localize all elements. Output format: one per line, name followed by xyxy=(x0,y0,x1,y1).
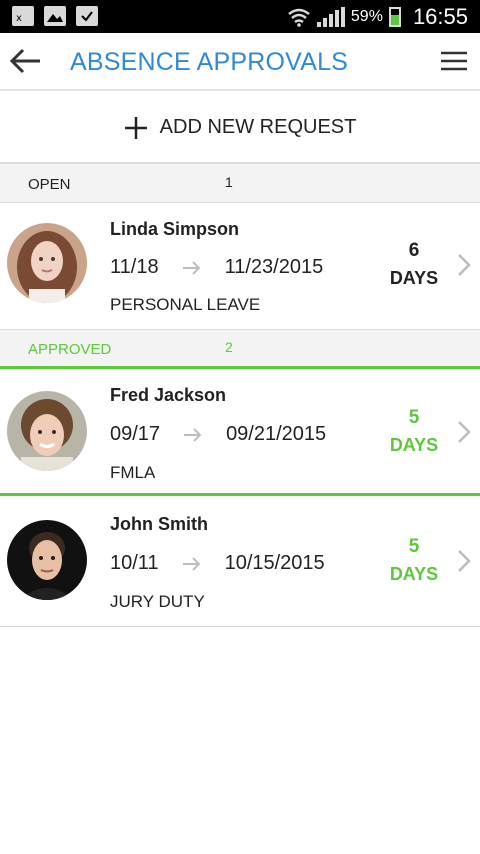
app-header: ABSENCE APPROVALS xyxy=(0,33,480,91)
avatar xyxy=(7,223,87,303)
days-number: 5 xyxy=(408,407,420,428)
start-date: 11/18 xyxy=(110,256,159,278)
avatar xyxy=(7,520,87,600)
days-number: 5 xyxy=(408,536,420,557)
arrow-right-icon xyxy=(182,260,200,275)
request-row[interactable]: John Smith 10/11 10/15/2015 JURY DUTY 5 … xyxy=(0,499,480,627)
section-count: 1 xyxy=(225,174,233,190)
date-range: 09/17 09/21/2015 xyxy=(110,423,326,446)
wifi-icon xyxy=(288,8,310,27)
battery-percent: 59% xyxy=(350,7,383,25)
date-range: 10/11 10/15/2015 xyxy=(110,552,325,575)
section-open: OPEN 1 xyxy=(0,163,480,203)
date-range: 11/18 11/23/2015 xyxy=(110,256,323,279)
arrow-right-icon xyxy=(182,556,200,571)
clipboard-icon xyxy=(76,6,98,26)
back-button[interactable] xyxy=(8,43,44,79)
add-new-request-label: ADD NEW REQUEST xyxy=(159,116,357,138)
sim-alert-icon: x xyxy=(12,6,34,26)
hamburger-menu-icon xyxy=(441,51,467,71)
end-date: 10/15/2015 xyxy=(224,552,325,574)
days-unit: DAYS xyxy=(389,564,439,584)
employee-name: John Smith xyxy=(110,514,208,534)
system-icons: 59% 16:55 xyxy=(287,0,468,33)
end-date: 11/23/2015 xyxy=(224,256,324,278)
plus-icon xyxy=(124,116,147,139)
days-unit: DAYS xyxy=(389,268,439,288)
end-date: 09/21/2015 xyxy=(226,423,327,445)
add-new-request-button[interactable]: ADD NEW REQUEST xyxy=(0,93,480,163)
image-icon xyxy=(44,6,66,26)
days-count: 5 DAYS xyxy=(380,536,448,585)
days-count: 5 DAYS xyxy=(380,407,448,456)
avatar xyxy=(7,391,87,471)
days-number: 6 xyxy=(408,240,420,261)
section-approved: APPROVED 2 xyxy=(0,329,480,369)
absence-type: FMLA xyxy=(110,463,156,482)
arrow-right-icon xyxy=(184,427,202,442)
section-count: 2 xyxy=(225,339,233,355)
battery-icon xyxy=(388,6,401,27)
notification-icons: x xyxy=(12,6,98,26)
chevron-right-icon xyxy=(458,254,471,276)
clock: 16:55 xyxy=(412,3,468,29)
section-label: OPEN xyxy=(28,176,71,193)
chevron-right-icon xyxy=(458,550,471,572)
employee-name: Linda Simpson xyxy=(110,219,240,239)
request-row[interactable]: Fred Jackson 09/17 09/21/2015 FMLA 5 DAY… xyxy=(0,371,480,496)
chevron-right-icon xyxy=(458,421,471,443)
absence-type: PERSONAL LEAVE xyxy=(110,295,261,314)
start-date: 09/17 xyxy=(110,423,161,445)
days-count: 6 DAYS xyxy=(380,240,448,289)
arrow-left-icon xyxy=(9,48,40,74)
start-date: 10/11 xyxy=(110,552,159,574)
page-title: ABSENCE APPROVALS xyxy=(70,48,349,76)
section-label: APPROVED xyxy=(28,341,112,358)
employee-name: Fred Jackson xyxy=(110,385,227,405)
days-unit: DAYS xyxy=(389,435,439,455)
status-bar: x 59% 16:55 xyxy=(0,0,480,33)
menu-button[interactable] xyxy=(438,45,470,77)
svg-text:x: x xyxy=(16,13,22,24)
request-row[interactable]: Linda Simpson 11/18 11/23/2015 PERSONAL … xyxy=(0,203,480,329)
signal-icon xyxy=(316,6,345,27)
absence-type: JURY DUTY xyxy=(110,592,205,611)
